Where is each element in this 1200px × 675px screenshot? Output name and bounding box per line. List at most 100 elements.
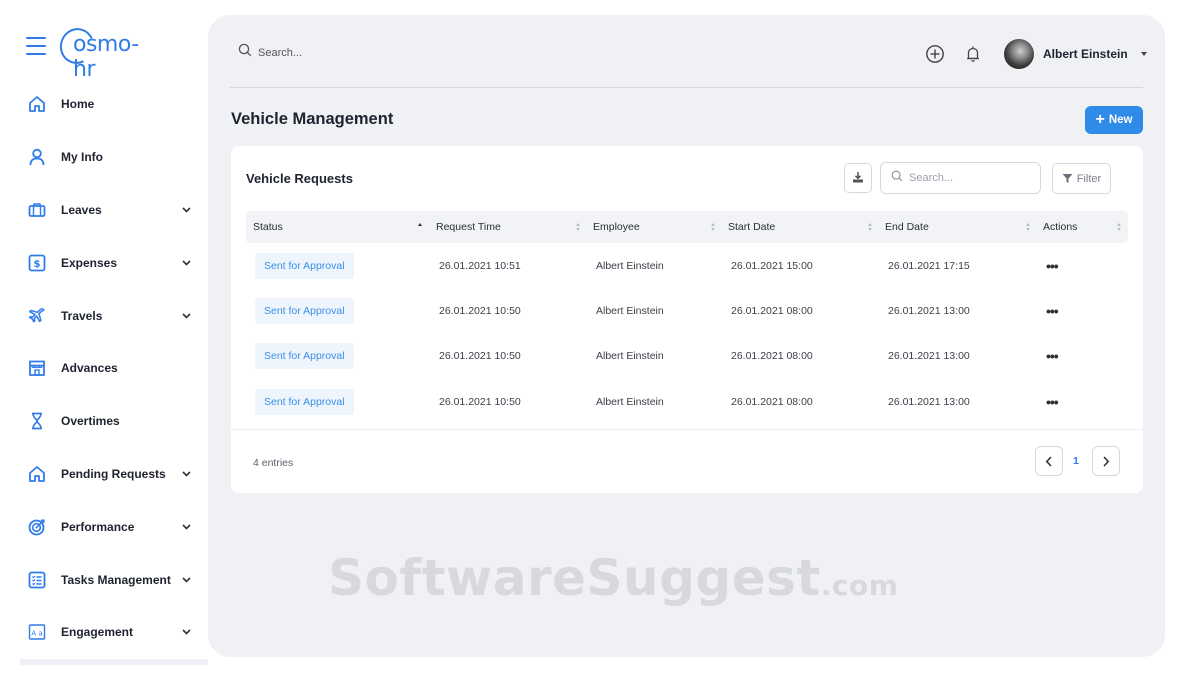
table-row[interactable]: Sent for Approval 26.01.2021 10:50 Alber… xyxy=(246,334,1128,379)
column-header-end-date[interactable]: End Date xyxy=(885,211,929,243)
sort-icon[interactable] xyxy=(1116,223,1122,231)
sidebar-item-label: My Info xyxy=(61,150,103,165)
new-button[interactable]: + New xyxy=(1085,106,1143,134)
table-row[interactable]: Sent for Approval 26.01.2021 10:50 Alber… xyxy=(246,288,1128,333)
sort-icon[interactable] xyxy=(575,223,581,231)
prev-page-button[interactable] xyxy=(1035,446,1063,476)
page-number[interactable]: 1 xyxy=(1073,455,1079,467)
table-row[interactable]: Sent for Approval 26.01.2021 10:50 Alber… xyxy=(246,379,1128,424)
sidebar-item-overtimes[interactable]: Overtimes xyxy=(0,395,208,448)
chevron-down-icon[interactable] xyxy=(181,258,191,268)
table-header: Status Request Time Employee Start Date … xyxy=(246,211,1128,243)
start-date-cell: 26.01.2021 08:00 xyxy=(731,305,813,318)
search-input[interactable] xyxy=(258,46,458,59)
chevron-down-icon[interactable] xyxy=(181,311,191,321)
sidebar-item-engagement[interactable]: A a Engagement xyxy=(0,606,208,659)
sidebar-item-performance[interactable]: Performance xyxy=(0,500,208,553)
page-title: Vehicle Management xyxy=(231,110,394,128)
hourglass-icon xyxy=(26,410,48,432)
more-actions-icon[interactable]: ••• xyxy=(1046,348,1059,364)
menu-icon[interactable] xyxy=(26,37,46,55)
sidebar-item-leaves[interactable]: Leaves xyxy=(0,184,208,237)
sidebar-item-label: Pending Requests xyxy=(61,466,166,481)
sidebar-item-expenses[interactable]: $ Expenses xyxy=(0,236,208,289)
next-page-button[interactable] xyxy=(1092,446,1120,476)
sidebar-item-label: Home xyxy=(61,97,95,112)
table-row[interactable]: Sent for Approval 26.01.2021 10:51 Alber… xyxy=(246,243,1128,288)
sidebar-item-label: Engagement xyxy=(61,625,134,640)
sidebar: osmo-hr Home My Info Leaves $ Expenses T… xyxy=(0,0,208,675)
brand: osmo-hr xyxy=(26,23,160,82)
more-actions-icon[interactable]: ••• xyxy=(1046,303,1059,319)
start-date-cell: 26.01.2021 15:00 xyxy=(731,259,813,272)
briefcase-icon xyxy=(26,199,48,221)
svg-text:$: $ xyxy=(34,259,41,270)
bell-icon[interactable] xyxy=(962,43,984,65)
request-time-cell: 26.01.2021 10:50 xyxy=(439,305,521,318)
chevron-down-icon[interactable] xyxy=(181,205,191,215)
card-divider xyxy=(231,429,1143,430)
chevron-down-icon[interactable] xyxy=(181,575,191,585)
sidebar-item-advances[interactable]: Advances xyxy=(0,342,208,395)
chevron-down-icon[interactable] xyxy=(181,469,191,479)
column-label: Employee xyxy=(593,221,640,233)
home-icon xyxy=(26,463,48,485)
header-actions: Albert Einstein xyxy=(924,39,1147,69)
sidebar-item-pending-requests[interactable]: Pending Requests xyxy=(0,448,208,501)
sort-icon[interactable] xyxy=(867,223,873,231)
column-header-status[interactable]: Status xyxy=(253,211,283,243)
sort-icon[interactable] xyxy=(1025,223,1031,231)
add-circle-icon[interactable] xyxy=(924,43,946,65)
sort-icon[interactable] xyxy=(710,223,716,231)
entries-count: 4 entries xyxy=(253,457,294,469)
plus-icon: + xyxy=(1095,111,1105,128)
column-header-employee[interactable]: Employee xyxy=(593,211,640,243)
caret-down-icon[interactable] xyxy=(1140,52,1147,56)
airplane-icon xyxy=(26,305,48,327)
sidebar-item-tasks-management[interactable]: Tasks Management xyxy=(0,553,208,606)
more-actions-icon[interactable]: ••• xyxy=(1046,394,1059,410)
sort-icon[interactable] xyxy=(417,223,423,231)
end-date-cell: 26.01.2021 13:00 xyxy=(888,395,970,408)
request-time-cell: 26.01.2021 10:50 xyxy=(439,395,521,408)
filter-button[interactable]: Filter xyxy=(1052,163,1111,194)
target-icon xyxy=(26,516,48,538)
table-search-input[interactable] xyxy=(909,172,1029,184)
column-label: Start Date xyxy=(728,221,776,233)
watermark: SoftwareSuggest.com xyxy=(328,549,898,607)
employee-cell: Albert Einstein xyxy=(596,259,664,272)
status-badge: Sent for Approval xyxy=(255,298,354,325)
column-header-request-time[interactable]: Request Time xyxy=(436,211,501,243)
watermark-suffix: .com xyxy=(820,569,899,602)
search-icon xyxy=(238,43,252,62)
vehicle-requests-card: Vehicle Requests Filter Status Request T… xyxy=(231,146,1143,493)
sidebar-item-my-info[interactable]: My Info xyxy=(0,131,208,184)
table-search[interactable] xyxy=(880,162,1041,194)
sidebar-item-label: Travels xyxy=(61,308,103,323)
start-date-cell: 26.01.2021 08:00 xyxy=(731,350,813,363)
chevron-down-icon[interactable] xyxy=(181,522,191,532)
download-button[interactable] xyxy=(844,163,872,193)
column-label: Actions xyxy=(1043,221,1078,233)
sidebar-item-travels[interactable]: Travels xyxy=(0,289,208,342)
status-badge: Sent for Approval xyxy=(255,252,354,279)
filter-icon xyxy=(1062,174,1073,183)
start-date-cell: 26.01.2021 08:00 xyxy=(731,395,813,408)
svg-text:A a: A a xyxy=(31,630,42,638)
sidebar-item-home[interactable]: Home xyxy=(0,78,208,131)
sidebar-item-label: Advances xyxy=(61,361,118,376)
sidebar-item-label: Performance xyxy=(61,519,135,534)
chevron-down-icon[interactable] xyxy=(181,627,191,637)
chevron-left-icon xyxy=(1045,455,1052,467)
logo[interactable]: osmo-hr xyxy=(54,23,160,82)
card-title: Vehicle Requests xyxy=(246,171,353,186)
global-search[interactable] xyxy=(238,43,458,62)
column-header-start-date[interactable]: Start Date xyxy=(728,211,775,243)
more-actions-icon[interactable]: ••• xyxy=(1046,258,1059,274)
sidebar-scroll-edge xyxy=(20,659,208,665)
sidebar-item-label: Expenses xyxy=(61,255,118,270)
avatar[interactable] xyxy=(1004,39,1034,69)
column-header-actions[interactable]: Actions xyxy=(1043,211,1077,243)
user-name[interactable]: Albert Einstein xyxy=(1043,47,1128,61)
sidebar-nav: Home My Info Leaves $ Expenses Travels A… xyxy=(0,78,208,659)
